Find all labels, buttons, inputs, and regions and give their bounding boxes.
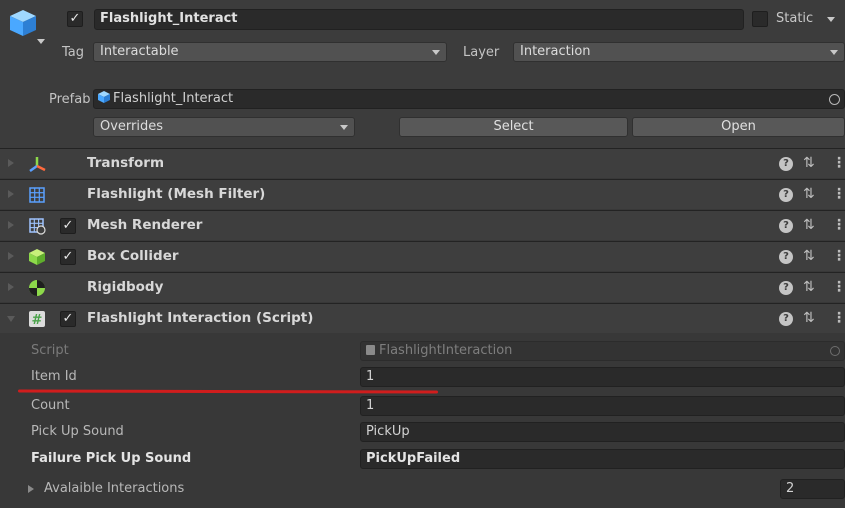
help-icon[interactable]: ? xyxy=(779,157,793,171)
property-row-script: Script FlashlightInteraction xyxy=(0,339,845,365)
presets-icon[interactable]: ⇅ xyxy=(803,155,815,171)
component-header-rigidbody[interactable]: Rigidbody ? ⇅ ⋮ xyxy=(0,272,845,302)
foldout-arrow-icon[interactable] xyxy=(8,252,14,260)
pickup-sound-field[interactable]: PickUp xyxy=(360,422,845,442)
box-collider-cube-icon xyxy=(29,249,45,265)
chevron-down-icon xyxy=(340,125,348,130)
prefab-cube-icon xyxy=(98,91,110,103)
property-row-failure-sound: Failure Pick Up Sound PickUpFailed xyxy=(0,447,845,473)
tag-label: Tag xyxy=(62,45,85,60)
chevron-down-icon xyxy=(830,50,838,55)
help-icon[interactable]: ? xyxy=(779,250,793,264)
layer-label: Layer xyxy=(463,45,500,60)
script-file-icon xyxy=(366,345,375,355)
chevron-down-icon xyxy=(432,50,440,55)
property-row-interactions[interactable]: Avalaible Interactions 2 xyxy=(0,477,845,503)
context-menu-icon[interactable]: ⋮ xyxy=(832,217,845,233)
component-title: Flashlight (Mesh Filter) xyxy=(87,186,266,202)
component-enabled-checkbox[interactable]: ✓ xyxy=(60,218,76,234)
gameobject-icon-dropdown-caret[interactable] xyxy=(37,39,45,44)
component-header-mesh-renderer[interactable]: ✓ Mesh Renderer ? ⇅ ⋮ xyxy=(0,210,845,240)
rigidbody-sphere-icon xyxy=(29,280,45,296)
static-checkbox[interactable] xyxy=(752,11,768,27)
presets-icon[interactable]: ⇅ xyxy=(803,248,815,264)
component-enabled-checkbox[interactable]: ✓ xyxy=(60,311,76,327)
select-button[interactable]: Select xyxy=(399,117,628,137)
mesh-filter-grid-icon xyxy=(29,187,45,203)
prefab-asset-field[interactable]: Flashlight_Interact xyxy=(93,89,845,109)
component-header-transform[interactable]: Transform ? ⇅ ⋮ xyxy=(0,148,845,178)
mesh-renderer-icon xyxy=(29,218,46,235)
overrides-label: Overrides xyxy=(100,119,164,134)
presets-icon[interactable]: ⇅ xyxy=(803,217,815,233)
script-hash-icon: # xyxy=(29,311,45,328)
object-picker-icon xyxy=(830,346,840,356)
component-header-flashlight-interaction[interactable]: # ✓ Flashlight Interaction (Script) ? ⇅ … xyxy=(0,303,845,333)
help-icon[interactable]: ? xyxy=(779,188,793,202)
active-checkbox[interactable]: ✓ xyxy=(67,11,83,27)
property-row-pickup-sound: Pick Up Sound PickUp xyxy=(0,420,845,446)
context-menu-icon[interactable]: ⋮ xyxy=(832,310,845,326)
foldout-arrow-icon[interactable] xyxy=(8,159,14,167)
component-header-box-collider[interactable]: ✓ Box Collider ? ⇅ ⋮ xyxy=(0,241,845,271)
open-button[interactable]: Open xyxy=(632,117,845,137)
property-row-item-id: Item Id 1 xyxy=(0,365,845,391)
static-label: Static xyxy=(776,11,814,26)
prefab-asset-name: Flashlight_Interact xyxy=(113,91,234,106)
foldout-arrow-icon[interactable] xyxy=(28,485,34,493)
layer-value: Interaction xyxy=(520,44,591,59)
script-properties: Script FlashlightInteraction Item Id 1 C… xyxy=(0,334,845,508)
overrides-dropdown[interactable]: Overrides xyxy=(93,117,355,137)
count-field[interactable]: 1 xyxy=(360,396,845,416)
context-menu-icon[interactable]: ⋮ xyxy=(832,155,845,171)
prefab-section: Prefab Flashlight_Interact Overrides Sel… xyxy=(0,80,845,148)
item-id-field[interactable]: 1 xyxy=(360,367,845,387)
property-label: Pick Up Sound xyxy=(31,424,124,439)
component-title: Rigidbody xyxy=(87,279,164,295)
help-icon[interactable]: ? xyxy=(779,312,793,326)
tag-dropdown[interactable]: Interactable xyxy=(93,42,447,62)
foldout-arrow-icon[interactable] xyxy=(8,190,14,198)
foldout-arrow-icon[interactable] xyxy=(7,316,15,322)
foldout-arrow-icon[interactable] xyxy=(8,221,14,229)
component-title: Mesh Renderer xyxy=(87,217,203,233)
red-annotation-underline xyxy=(17,389,439,394)
static-dropdown-caret[interactable] xyxy=(827,17,835,22)
component-title: Flashlight Interaction (Script) xyxy=(87,310,314,326)
script-name: FlashlightInteraction xyxy=(379,343,513,358)
property-row-count: Count 1 xyxy=(0,394,845,420)
foldout-arrow-icon[interactable] xyxy=(8,283,14,291)
gameobject-header: ✓ Flashlight_Interact Static Tag Interac… xyxy=(0,0,845,80)
property-label: Avalaible Interactions xyxy=(44,481,185,496)
gameobject-name-field[interactable]: Flashlight_Interact xyxy=(94,9,744,30)
object-picker-icon[interactable] xyxy=(829,94,840,105)
component-title: Box Collider xyxy=(87,248,179,264)
prefab-label: Prefab xyxy=(49,92,91,107)
transform-axes-icon xyxy=(29,157,46,173)
script-reference-field: FlashlightInteraction xyxy=(360,341,845,361)
property-label: Script xyxy=(31,343,69,358)
presets-icon[interactable]: ⇅ xyxy=(803,279,815,295)
component-enabled-checkbox[interactable]: ✓ xyxy=(60,249,76,265)
failure-sound-field[interactable]: PickUpFailed xyxy=(360,449,845,469)
array-size-field[interactable]: 2 xyxy=(780,479,845,499)
context-menu-icon[interactable]: ⋮ xyxy=(832,279,845,295)
help-icon[interactable]: ? xyxy=(779,219,793,233)
property-label: Failure Pick Up Sound xyxy=(31,451,192,466)
svg-text:#: # xyxy=(32,313,43,328)
property-label: Count xyxy=(31,398,70,413)
presets-icon[interactable]: ⇅ xyxy=(803,310,815,326)
layer-dropdown[interactable]: Interaction xyxy=(513,42,845,62)
presets-icon[interactable]: ⇅ xyxy=(803,186,815,202)
help-icon[interactable]: ? xyxy=(779,281,793,295)
gameobject-cube-icon xyxy=(10,10,36,36)
tag-value: Interactable xyxy=(100,44,179,59)
component-title: Transform xyxy=(87,155,165,171)
context-menu-icon[interactable]: ⋮ xyxy=(832,186,845,202)
property-label: Item Id xyxy=(31,369,77,384)
context-menu-icon[interactable]: ⋮ xyxy=(832,248,845,264)
component-header-mesh-filter[interactable]: Flashlight (Mesh Filter) ? ⇅ ⋮ xyxy=(0,179,845,209)
